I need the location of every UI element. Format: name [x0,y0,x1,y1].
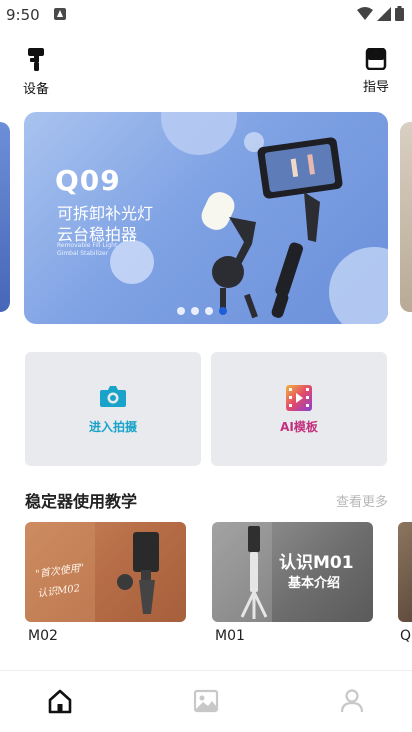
tutorial-caption: Q [400,628,412,644]
previous-banner-peek[interactable] [0,122,10,312]
gimbal-device-icon [28,48,44,71]
carousel-dot-active[interactable] [219,307,227,315]
nav-home[interactable] [46,687,74,715]
status-icons [357,6,404,21]
banner-english-2: Gimbal Stabilizer [57,250,109,257]
carousel-dot[interactable] [177,307,185,315]
carousel-indicator [177,307,227,315]
promo-banner[interactable]: Q09 可拆卸补光灯 云台稳拍器 Removable Fill Light Gi… [24,112,388,324]
video-template-icon [286,385,312,411]
signal-icon [377,6,391,21]
app-notification-icon [54,8,66,20]
tutorials-more-link[interactable]: 查看更多 [336,491,388,510]
banner-title: Q09 [55,164,121,197]
m01-overlay-subtitle: 基本介绍 [288,576,341,591]
next-banner-peek[interactable] [400,122,412,312]
book-icon [365,47,387,71]
tutorial-card-m01[interactable]: 认识M01 基本介绍 [212,522,373,622]
wifi-icon [357,6,373,20]
tutorials-title: 稳定器使用教学 [25,492,138,511]
profile-icon [340,689,364,713]
nav-gallery[interactable] [192,687,220,715]
m01-overlay-title: 认识M01 [279,553,354,573]
capture-label: 进入拍摄 [88,420,137,434]
device-button[interactable]: 设备 [20,46,52,97]
status-time: 9:50 [6,6,40,24]
guide-label: 指导 [362,80,389,95]
capture-card[interactable]: 进入拍摄 [25,352,201,466]
promo-carousel[interactable]: Q09 可拆卸补光灯 云台稳拍器 Removable Fill Light Gi… [0,112,412,324]
gallery-icon [193,689,219,713]
carousel-dot[interactable] [205,307,213,315]
ai-template-label: AI模板 [280,420,318,434]
banner-english-1: Removable Fill Light [57,242,118,249]
ai-template-card[interactable]: AI模板 [211,352,387,466]
device-label: 设备 [22,82,49,97]
tutorial-caption: M02 [28,628,58,644]
battery-icon [395,6,404,21]
tutorial-card-peek[interactable] [398,522,412,622]
tutorial-caption: M01 [215,628,245,644]
status-bar: 9:50 [0,0,412,32]
bottom-navigation [0,670,412,732]
tutorial-card-m02[interactable]: "首次使用" 认识M02 [25,522,186,622]
camera-icon [100,386,126,407]
carousel-dot[interactable] [191,307,199,315]
home-icon [48,689,72,714]
guide-button[interactable]: 指导 [360,47,392,95]
nav-profile[interactable] [338,687,366,715]
